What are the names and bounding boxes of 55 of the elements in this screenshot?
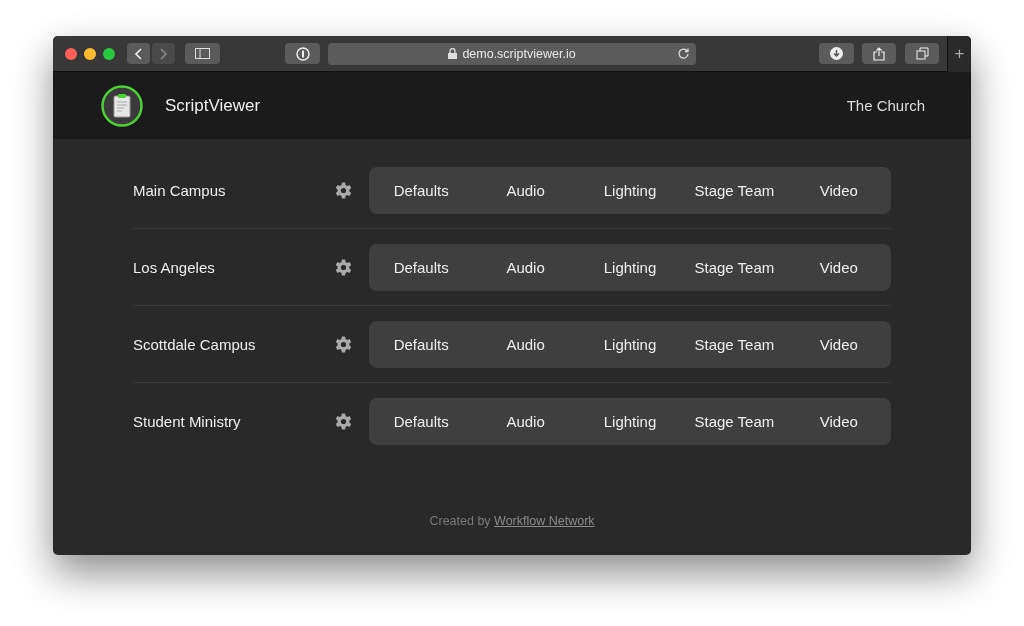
app-title: ScriptViewer [165,95,262,116]
team-tab[interactable]: Defaults [369,181,474,199]
close-window-icon[interactable] [65,47,77,60]
lock-icon [448,48,458,59]
team-tab[interactable]: Audio [473,258,578,276]
settings-icon[interactable] [335,258,352,276]
forward-button[interactable] [152,43,175,64]
settings-icon[interactable] [335,181,352,199]
campus-name: Scottdale Campus [133,335,257,353]
circle-keyhole-icon [295,46,310,61]
back-button[interactable] [127,43,150,64]
download-button[interactable] [819,43,854,64]
settings-icon[interactable] [335,335,352,353]
campus-name: Los Angeles [133,258,216,276]
campus-name: Student Ministry [133,413,242,430]
campus-name: Main Campus [133,181,227,199]
password-manager-button[interactable] [285,43,320,64]
team-tab[interactable]: Defaults [369,413,474,430]
team-tab[interactable]: Lighting [577,258,683,276]
team-tab[interactable]: Stage Team [682,258,787,276]
download-icon [830,47,843,60]
team-tab[interactable]: Video [786,258,891,276]
team-tab[interactable]: Video [786,181,891,199]
settings-icon[interactable] [335,413,352,430]
minimize-window-icon[interactable] [84,47,96,60]
team-tab[interactable]: Audio [473,181,578,199]
new-tab-button[interactable]: + [947,36,971,72]
team-tab[interactable]: Video [786,413,891,430]
chevron-right-icon [159,47,168,60]
workflow-network-link[interactable]: Workflow Network [494,514,595,528]
address-bar[interactable]: demo.scriptviewer.io [328,42,696,65]
credit-text: Created by Workflow Network [429,514,595,528]
team-tab[interactable]: Lighting [577,413,683,430]
team-tab[interactable]: Stage Team [682,413,787,430]
url-text: demo.scriptviewer.io [462,46,576,61]
share-button[interactable] [862,43,896,64]
clipboard-logo-icon[interactable] [101,84,143,127]
team-tab[interactable]: Lighting [577,335,683,353]
team-tab[interactable]: Stage Team [682,335,787,353]
chevron-left-icon [134,47,143,60]
maximize-window-icon[interactable] [103,47,115,60]
team-tab[interactable]: Lighting [577,181,683,199]
team-tab[interactable]: Defaults [369,258,474,276]
team-tab[interactable]: Video [786,335,891,353]
team-tab[interactable]: Defaults [369,335,474,353]
share-icon [873,46,885,61]
team-tab[interactable]: Audio [473,335,578,353]
tabs-button[interactable] [905,43,939,64]
organization-name: The Church [846,97,925,114]
tabs-icon [915,47,929,60]
sidebar-button[interactable] [185,43,220,64]
team-tab[interactable]: Stage Team [682,181,787,199]
team-tab[interactable]: Audio [473,413,578,430]
reload-icon[interactable] [677,46,690,60]
sidebar-icon [195,48,210,59]
